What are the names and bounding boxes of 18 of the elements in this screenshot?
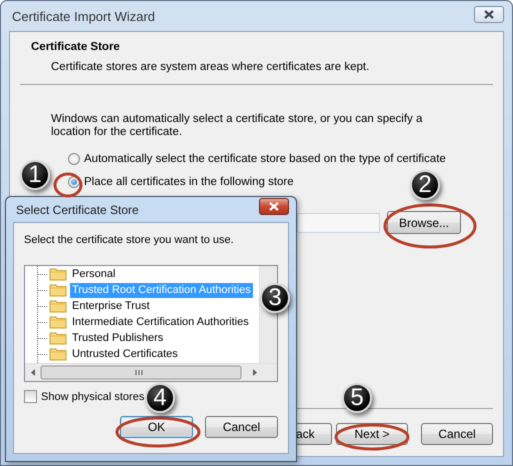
page-description: Certificate stores are system areas where certificates are kept. <box>50 60 370 73</box>
page-heading: Certificate Store <box>30 40 121 53</box>
checkbox-label: Show physical stores <box>41 390 144 402</box>
store-item[interactable]: Untrusted Certificates <box>70 346 180 362</box>
cancel-button[interactable]: Cancel <box>421 423 493 445</box>
store-item[interactable]: Trusted Publishers <box>70 330 166 346</box>
back-button[interactable]: ack <box>295 423 332 445</box>
radio-label: Place all certificates in the following store <box>84 176 294 188</box>
store-item[interactable]: Personal <box>70 266 118 282</box>
radio-label: Automatically select the certificate store based on the type of certificate <box>84 153 446 165</box>
window-title: Certificate Import Wizard <box>11 8 156 24</box>
store-item[interactable]: Enterprise Trust <box>70 298 152 314</box>
intro-text: Windows can automatically select a certificate store, or you can specify a location for the certificate. <box>51 113 424 139</box>
dialog-prompt: Select the certificate store you want to use. <box>24 234 235 246</box>
browse-button[interactable]: Browse... <box>387 211 461 234</box>
store-item[interactable]: Intermediate Certification Authorities <box>70 314 251 330</box>
cancel-button[interactable]: Cancel <box>205 416 278 438</box>
dialog-title: Select Certificate Store <box>15 202 139 216</box>
